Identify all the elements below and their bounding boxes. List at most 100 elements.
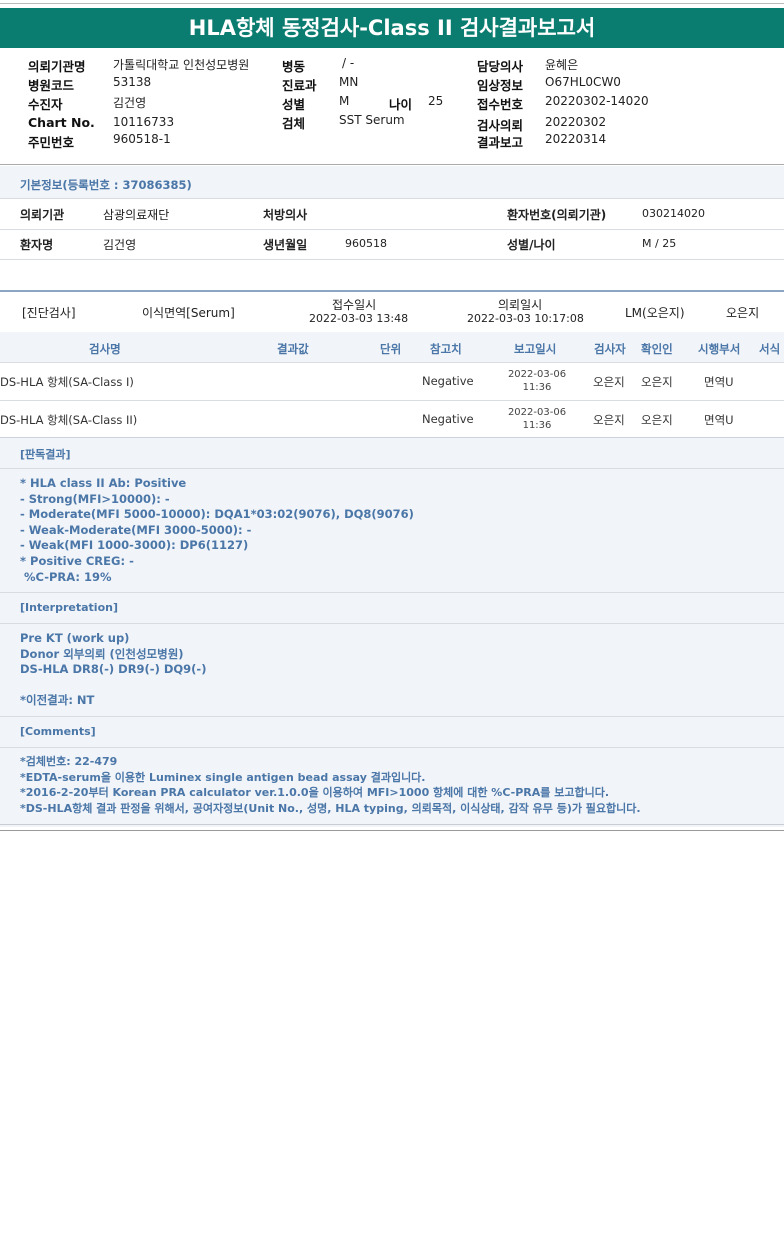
interpretation-line: DS-HLA DR8(-) DR9(-) DQ9(-) [20,662,207,677]
value-receipt-no: 20220302-14020 [545,94,649,108]
interpretation-line: *이전결과: NT [20,693,95,708]
value-patient-name: 김건영 [103,238,137,252]
divider [0,362,784,363]
value-doctor: 윤혜은 [545,58,579,72]
value-age: 25 [428,94,444,108]
label-examinee: 수진자 [28,97,63,112]
label-doctor: 담당의사 [477,59,524,74]
col-header-unit: 단위 [380,342,402,356]
col-header-tester: 검사자 [594,342,626,356]
request-time-label: 의뢰일시 [498,298,543,312]
col-header-test-name: 검사명 [89,342,121,356]
value-ward: / - [342,56,355,70]
divider [0,259,784,260]
judgement-line: * HLA class II Ab: Positive [20,476,187,490]
value-report-date: 20220314 [545,132,607,146]
value-requesting-institution: 가톨릭대학교 인천성모병원 [113,58,250,72]
judgement-line: - Strong(MFI>10000): - [20,491,170,506]
label-chart-no: Chart No. [28,115,95,130]
row1-reference: Negative [422,374,474,388]
value-specimen: SST Serum [339,113,405,127]
divider [0,468,784,469]
report-title: HLA항체 동정검사-Class II 검사결과보고서 [0,8,784,48]
row2-report-time: 2022-03-06 11:36 [497,406,577,432]
label-sex-age: 성별/나이 [507,238,556,252]
label-resident-no: 주민번호 [28,135,75,150]
value-institution: 삼광의료재단 [103,208,170,222]
col-header-department: 시행부서 [698,342,741,356]
value-examinee: 김건영 [113,96,147,110]
request-time-value: 2022-03-03 10:17:08 [467,312,584,325]
value-hospital-code: 53138 [113,75,152,89]
header-divider [0,164,784,165]
interpretation-line [20,678,206,694]
col-header-checker: 확인인 [641,342,673,356]
divider [0,824,784,825]
label-sex: 성별 [282,97,306,112]
exam-specimen: 이식면역[Serum] [142,306,235,320]
judgement-line: - Moderate(MFI 5000-10000): DQA1*03:02(9… [20,507,414,522]
interpretation-text: Pre KT (work up) Donor 외부의뢰 (인천성모병원) DS-HL… [20,631,206,709]
row2-report-date: 2022-03-06 [507,407,567,418]
value-department: MN [339,75,359,89]
row2-report-clock: 11:36 [522,420,552,431]
exam-divider [0,290,784,292]
value-patient-no: 030214020 [642,207,705,220]
judgement-heading: [판독결과] [20,448,71,461]
divider [0,716,784,717]
col-header-reference: 참고치 [430,342,462,356]
label-institution: 의뢰기관 [20,208,65,222]
receipt-time-value: 2022-03-03 13:48 [309,312,409,325]
label-requesting-institution: 의뢰기관명 [28,59,86,74]
row2-checker: 오은지 [641,413,673,427]
comment-line: *검체번호: 22-479 [20,755,118,768]
label-report-date: 결과보고 [477,135,524,150]
row1-test-name: DS-HLA 항체(SA-Class I) [0,375,134,389]
bottom-divider [0,830,784,831]
label-specimen: 검체 [282,116,306,131]
row1-report-time: 2022-03-06 11:36 [497,368,577,394]
row1-report-date: 2022-03-06 [507,369,567,380]
row1-tester: 오은지 [593,375,625,389]
judgement-line: %C-PRA: 19% [20,569,112,584]
label-hospital-code: 병원코드 [28,78,75,93]
divider [0,623,784,624]
divider [0,198,784,199]
comment-line: *DS-HLA항체 결과 판정을 위해서, 공여자정보(Unit No., 성명… [20,801,641,815]
value-chart-no: 10116733 [113,115,175,129]
label-prescriber: 처방의사 [263,208,308,222]
value-dob: 960518 [345,237,387,250]
interpretation-line: Pre KT (work up) [20,631,130,645]
comments-heading: [Comments] [20,725,96,738]
label-patient-no: 환자번호(의뢰기관) [507,208,607,222]
lm-person: LM(오은지) [625,306,685,320]
basic-info-heading: 기본정보(등록번호 : 37086385) [20,178,192,192]
value-resident-no: 960518-1 [113,132,171,146]
label-department: 진료과 [282,78,317,93]
label-patient-name: 환자명 [20,238,54,252]
row2-department: 면역U [704,413,734,427]
col-header-report-time: 보고일시 [514,342,557,356]
divider [0,747,784,748]
row1-report-clock: 11:36 [522,382,552,393]
judgement-line: - Weak-Moderate(MFI 3000-5000): - [20,522,252,537]
judgement-text: * HLA class II Ab: Positive - Strong(MFI>… [20,476,414,585]
top-border [0,3,784,4]
value-clinical-info: O67HL0CW0 [545,75,621,89]
col-header-form: 서식 [759,342,781,356]
comment-line: *EDTA-serum을 이용한 Luminex single antigen … [20,770,426,784]
row1-department: 면역U [704,375,734,389]
row1-checker: 오은지 [641,375,673,389]
divider [0,229,784,230]
row2-reference: Negative [422,412,474,426]
divider [0,400,784,401]
col-header-result: 결과값 [277,342,309,356]
value-sex-age: M / 25 [642,237,677,250]
label-receipt-no: 접수번호 [477,97,524,112]
exam-person: 오은지 [726,306,760,320]
label-dob: 생년월일 [263,238,308,252]
judgement-line: - Weak(MFI 1000-3000): DP6(1127) [20,538,249,553]
comments-text: *검체번호: 22-479 *EDTA-serum을 이용한 Luminex si… [20,754,641,816]
value-sex: M [339,94,350,108]
divider [0,592,784,593]
